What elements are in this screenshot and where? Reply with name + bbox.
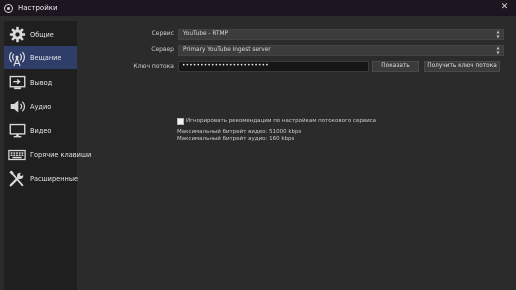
sidebar-item-label: Видео — [30, 126, 52, 135]
sidebar-item-advanced[interactable]: Расширенные — [4, 167, 79, 190]
settings-sidebar: Общие Вещание Вывод Аудио Видео Горячие … — [4, 21, 91, 290]
broadcast-icon — [8, 49, 26, 67]
keyboard-icon — [8, 146, 26, 164]
sidebar-item-hotkeys[interactable]: Горячие клавиши — [4, 143, 91, 166]
sidebar-item-label: Вывод — [30, 78, 53, 87]
sidebar-item-label: Вещание — [30, 53, 62, 62]
server-select[interactable]: Primary YouTube ingest server ▲ ▼ — [178, 45, 504, 56]
get-stream-key-button[interactable]: Получить ключ потока — [424, 61, 500, 72]
max-audio-bitrate-text: Максимальный битрейт аудио: 160 kbps — [177, 136, 295, 142]
service-value: YouTube - RTMP — [183, 31, 228, 37]
obs-logo-icon — [4, 3, 13, 13]
sidebar-item-stream[interactable]: Вещание — [4, 46, 77, 69]
server-label: Сервер — [151, 46, 174, 53]
sidebar-item-general[interactable]: Общие — [4, 23, 77, 46]
stream-key-label: Ключ потока — [133, 63, 174, 70]
server-value: Primary YouTube ingest server — [183, 47, 271, 53]
output-icon — [8, 74, 26, 92]
tools-icon — [8, 169, 26, 188]
gear-icon — [8, 26, 26, 44]
max-video-bitrate-text: Максимальный битрейт видео: 51000 kbps — [177, 129, 302, 135]
stream-key-input[interactable]: •••••••••••••••••••••••• — [178, 61, 369, 72]
service-label: Сервис — [151, 30, 174, 37]
title-bar: Настройки ✕ — [0, 0, 516, 16]
spin-arrows-icon: ▲ ▼ — [496, 45, 500, 55]
sidebar-item-video[interactable]: Видео — [4, 119, 77, 142]
monitor-icon — [8, 122, 26, 140]
sidebar-item-audio[interactable]: Аудио — [4, 95, 77, 118]
ignore-recommendations-label: Игнорировать рекомендации по настройкам … — [186, 118, 377, 124]
sidebar-item-label: Общие — [30, 30, 54, 39]
service-select[interactable]: YouTube - RTMP ▲ ▼ — [178, 29, 504, 40]
sidebar-item-output[interactable]: Вывод — [4, 71, 77, 94]
sidebar-item-label: Расширенные — [30, 174, 79, 183]
sidebar-item-label: Горячие клавиши — [30, 150, 92, 159]
show-key-button[interactable]: Показать — [372, 61, 419, 72]
close-button[interactable]: ✕ — [499, 2, 510, 13]
spin-arrows-icon: ▲ ▼ — [496, 29, 500, 39]
sidebar-item-label: Аудио — [30, 102, 52, 111]
speaker-icon — [8, 98, 26, 116]
window-title: Настройки — [18, 4, 58, 12]
ignore-recommendations-checkbox[interactable] — [177, 118, 184, 125]
